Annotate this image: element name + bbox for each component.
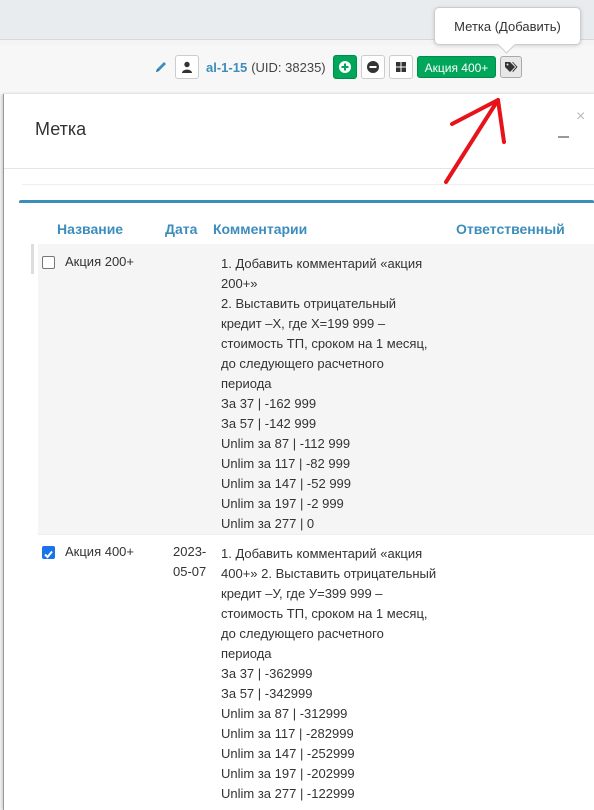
plus-circle-icon [338,61,351,73]
comment-line: За 37 | -162 999 [221,396,317,411]
user-uid: (UID: 38235) [251,59,326,75]
comment-line: 1. Добавить комментарий «акция [221,546,423,561]
row-date: 2023- 05-07 [173,542,206,582]
row-name: Акция 400+ [65,544,134,559]
comment-line: кредит –Х, где Х=199 999 – [221,316,386,331]
comment-line: 400+» 2. Выставить отрицательный [221,566,437,581]
box-top-border [19,200,594,203]
row-date-part: 05-07 [173,564,207,579]
comment-line: Unlim за 87 | -312999 [221,706,348,721]
pencil-icon[interactable] [153,59,169,75]
tags-icon [505,62,518,72]
comment-line: Unlim за 87 | -112 999 [221,436,351,451]
header-responsible[interactable]: Ответственный [456,221,565,237]
comment-line: Unlim за 117 | -282999 [221,726,354,741]
user-link[interactable]: al-1-15 [206,60,247,75]
comment-line: периода [221,376,272,391]
user-icon [182,61,192,73]
row-name: Акция 200+ [65,254,134,269]
annotation-arrow [444,98,506,184]
tag-modal: Метка × Название Дата Комментарии Ответс… [3,94,594,810]
header-date[interactable]: Дата [165,221,197,237]
checkmark-icon [44,550,53,559]
user-button[interactable] [175,55,199,79]
comment-line: 2. Выставить отрицательный [221,296,397,311]
comment-line: периода [221,646,272,661]
grid-icon [395,62,406,72]
comment-line: до следующего расчетного [221,356,384,371]
comment-line: до следующего расчетного [221,626,384,641]
tag-badge[interactable]: Акция 400+ [416,56,497,78]
row-checkbox[interactable] [42,256,55,269]
comment-line: 200+» [221,276,258,291]
tooltip: Метка (Добавить) [434,7,581,45]
comment-line: Unlim за 197 | -2 999 [221,496,344,511]
grid-button[interactable] [388,55,413,79]
modal-title: Метка [35,119,87,139]
comment-line: Unlim за 117 | -82 999 [221,456,351,471]
comment-line: стоимость ТП, сроком на 1 месяц, [221,606,428,621]
comment-line: стоимость ТП, сроком на 1 месяц, [221,336,428,351]
comment-line: За 37 | -362999 [221,666,313,681]
header-name[interactable]: Название [57,221,123,237]
add-button[interactable] [332,55,357,79]
comment-line: Unlim за 197 | -202999 [221,766,355,781]
row-edge [31,244,34,274]
minimize-icon[interactable] [558,136,569,138]
comment-line: 1. Добавить комментарий «акция [221,256,423,271]
comment-line: За 57 | -142 999 [221,416,317,431]
row-checkbox[interactable] [42,546,55,559]
row-comment: 1. Добавить комментарий «акция 400+» 2. В… [221,544,457,804]
minus-circle-icon [366,61,379,73]
comment-line: Unlim за 147 | -252999 [221,746,355,761]
comment-line: Unlim за 277 | -122999 [221,786,355,801]
row-date-part: 2023- [173,544,207,559]
header-comment[interactable]: Комментарии [213,221,307,237]
row-divider [38,534,594,535]
comment-line: За 57 | -342999 [221,686,313,701]
remove-button[interactable] [360,55,385,79]
comment-line: Unlim за 277 | 0 [221,516,315,531]
row-comment: 1. Добавить комментарий «акция 200+» 2. Вы… [221,254,457,534]
comment-line: Unlim за 147 | -52 999 [221,476,352,491]
close-icon[interactable]: × [576,108,585,126]
user-toolbar: al-1-15 (UID: 38235) Акция 400+ [153,55,523,79]
comment-line: кредит –У, где У=399 999 – [221,586,383,601]
add-tag-button[interactable] [500,56,523,78]
